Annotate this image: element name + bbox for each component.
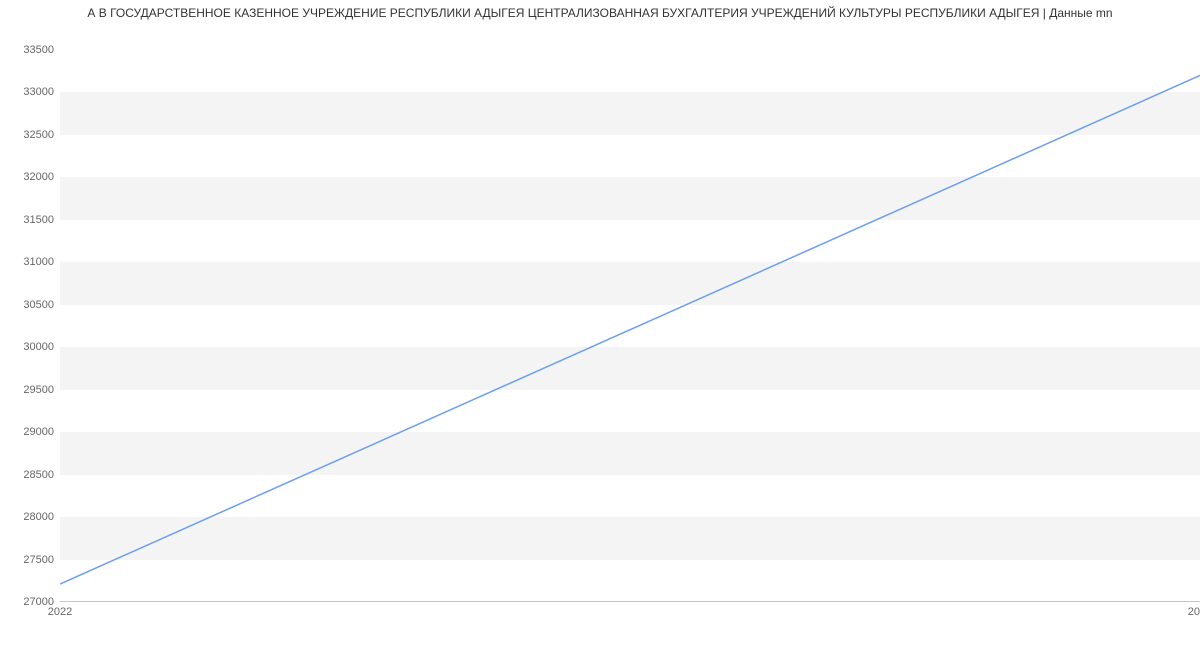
y-tick-label: 27500 (23, 554, 54, 566)
y-tick-label: 29500 (23, 384, 54, 396)
y-tick-label: 29000 (23, 426, 54, 438)
y-tick-label: 33000 (23, 86, 54, 98)
y-tick-label: 31500 (23, 214, 54, 226)
plot-area (60, 50, 1200, 602)
y-tick-label: 28500 (23, 469, 54, 481)
y-tick-label: 30500 (23, 299, 54, 311)
y-tick-label: 30000 (23, 341, 54, 353)
x-axis: 20222023 (60, 604, 1200, 624)
line-svg (60, 50, 1200, 601)
y-tick-label: 28000 (23, 511, 54, 523)
x-tick-label: 2022 (48, 606, 72, 618)
x-tick-label: 2023 (1188, 606, 1200, 618)
y-axis: 2700027500280002850029000295003000030500… (0, 50, 60, 602)
plot-wrap: 2700027500280002850029000295003000030500… (0, 22, 1200, 650)
chart-title: А В ГОСУДАРСТВЕННОЕ КАЗЕННОЕ УЧРЕЖДЕНИЕ … (0, 0, 1200, 22)
y-tick-label: 33500 (23, 44, 54, 56)
y-tick-label: 32500 (23, 129, 54, 141)
y-tick-label: 31000 (23, 256, 54, 268)
chart-container: А В ГОСУДАРСТВЕННОЕ КАЗЕННОЕ УЧРЕЖДЕНИЕ … (0, 0, 1200, 650)
y-tick-label: 32000 (23, 171, 54, 183)
series-line (60, 75, 1200, 584)
